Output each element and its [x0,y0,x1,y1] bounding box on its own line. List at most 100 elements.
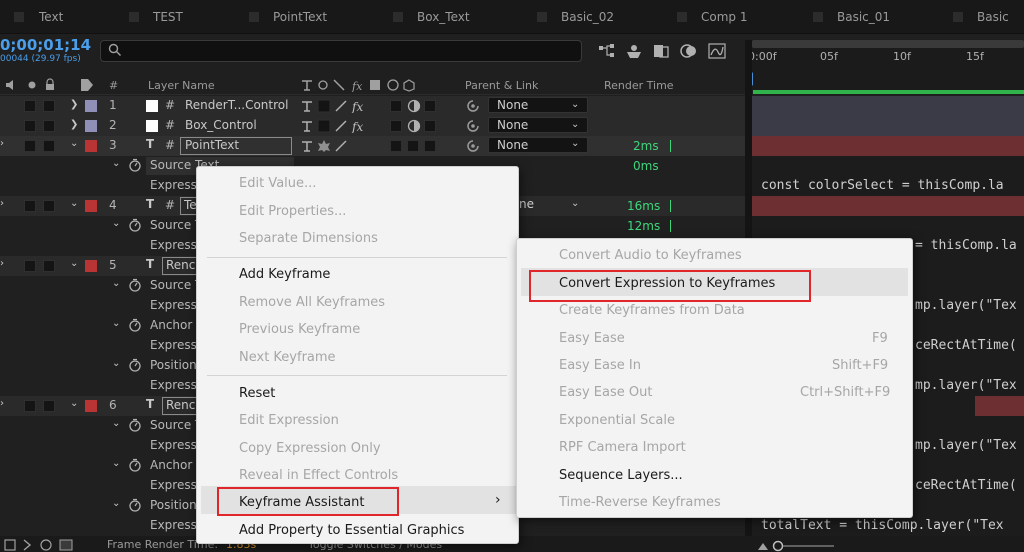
menu-item-rpf-camera-import[interactable]: RPF Camera Import [559,440,686,455]
current-timecode[interactable]: 0;00;01;14 [0,36,91,54]
solo-switch[interactable] [24,140,36,152]
menu-item-time-reverse-keyframes[interactable]: Time-Reverse Keyframes [559,495,721,510]
adjustment-layer-icon[interactable] [407,119,421,133]
expression-code-line[interactable]: ceRectAtTime( [915,478,1017,493]
layer-bar-4[interactable] [752,196,1024,216]
layer-label-color[interactable] [85,140,97,152]
menu-item-remove-all-keyframes[interactable]: Remove All Keyframes [239,295,385,310]
expression-code-line[interactable]: mp.layer("Tex [915,298,1017,313]
zoom-slider[interactable] [756,540,836,552]
tab-basic-02[interactable]: Basic_02 [561,0,614,34]
tab-basic-01[interactable]: Basic_01 [837,0,890,34]
collapse-arrow-icon[interactable]: ⌄ [112,498,120,509]
stopwatch-icon[interactable] [128,278,142,292]
footer-toggle-icons[interactable] [4,538,76,552]
layer-switches[interactable]: fx [300,119,370,133]
property-name[interactable]: Position [150,498,197,512]
collapse-arrow-icon[interactable]: ⌄ [112,358,120,369]
menu-item-copy-expression-only[interactable]: Copy Expression Only [239,441,381,456]
layer-bar-segment[interactable] [975,396,1024,416]
layer-label-color[interactable] [85,100,97,112]
stopwatch-icon[interactable] [128,498,142,512]
motion-blur-icon[interactable] [680,43,698,59]
pick-whip-icon[interactable] [466,119,480,133]
layer-name[interactable]: PointText [185,138,285,152]
layer-search-input[interactable] [100,40,582,62]
menu-item-convert-audio-to-keyframes[interactable]: Convert Audio to Keyframes [559,248,742,263]
property-name[interactable]: Position [150,358,197,372]
time-navigator-bar[interactable] [752,40,1024,48]
layer-bar-2[interactable] [752,116,1024,136]
menu-item-next-keyframe[interactable]: Next Keyframe [239,350,336,365]
solo-switch[interactable] [24,120,36,132]
comp-flowchart-icon[interactable] [598,43,616,59]
shy-layers-icon[interactable] [625,43,643,59]
menu-item-edit-properties[interactable]: Edit Properties... [239,204,346,219]
stopwatch-icon[interactable] [128,218,142,232]
solo-switch[interactable] [24,260,36,272]
tab-comp-1[interactable]: Comp 1 [701,0,747,34]
expression-code-line[interactable]: ceRectAtTime( [915,338,1017,353]
lock-switch[interactable] [43,200,55,212]
menu-item-add-property-essential-graphics[interactable]: Add Property to Essential Graphics [239,523,464,538]
menu-item-add-keyframe[interactable]: Add Keyframe [239,267,330,282]
frame-blending-icon[interactable] [652,43,670,59]
adjustment-layer-icon[interactable] [407,99,421,113]
parent-value[interactable]: ne [519,197,534,211]
3d-layer-switch[interactable] [424,140,436,152]
property-name[interactable]: Source T [150,218,202,232]
expression-code-line[interactable]: mp.layer("Tex [915,438,1017,453]
menu-item-easy-ease[interactable]: Easy Ease [559,331,625,346]
stopwatch-icon[interactable] [128,418,142,432]
expand-arrow-icon[interactable]: ❯ [70,99,78,110]
collapse-arrow-icon[interactable]: ⌄ [112,318,120,329]
video-switch-icon[interactable]: › [0,398,4,409]
video-switch-icon[interactable]: › [0,198,4,209]
motion-blur-switch[interactable] [390,100,402,112]
collapse-arrow-icon[interactable]: ⌄ [112,218,120,229]
solo-switch[interactable] [24,400,36,412]
menu-item-previous-keyframe[interactable]: Previous Keyframe [239,322,360,337]
adjustment-layer-switch[interactable] [407,140,419,152]
menu-item-edit-value[interactable]: Edit Value... [239,176,316,191]
tab-test[interactable]: TEST [153,0,183,34]
lock-switch[interactable] [43,260,55,272]
solo-switch[interactable] [24,100,36,112]
layer-name[interactable]: Box_Control [185,118,290,132]
menu-item-exponential-scale[interactable]: Exponential Scale [559,413,675,428]
lock-switch[interactable] [43,120,55,132]
collapse-arrow-icon[interactable]: ⌄ [70,398,78,409]
stopwatch-icon[interactable] [128,358,142,372]
collapse-arrow-icon[interactable]: ⌄ [112,418,120,429]
expression-code-line[interactable]: mp.layer("Tex [915,378,1017,393]
pick-whip-icon[interactable] [466,99,480,113]
expression-code-line[interactable]: const colorSelect = thisComp.la [761,178,1004,193]
stopwatch-icon[interactable] [128,458,142,472]
layer-name-column-header[interactable]: Layer Name [148,79,215,92]
stopwatch-icon[interactable] [128,318,142,332]
graph-editor-icon[interactable] [708,43,726,59]
expand-arrow-icon[interactable]: ❯ [70,119,78,130]
tab-pointtext[interactable]: PointText [273,0,327,34]
pick-whip-icon[interactable] [466,139,480,153]
video-switch-icon[interactable]: › [0,138,4,149]
menu-item-sequence-layers[interactable]: Sequence Layers... [559,468,683,483]
expression-code-line[interactable]: totalText = thisComp.layer("Tex [761,518,1004,533]
menu-item-easy-ease-in[interactable]: Easy Ease In [559,358,641,373]
collapse-arrow-icon[interactable]: ⌄ [112,158,120,169]
lock-switch[interactable] [43,140,55,152]
menu-item-reset[interactable]: Reset [239,386,275,401]
menu-item-edit-expression[interactable]: Edit Expression [239,413,339,428]
tab-text[interactable]: Text [39,0,63,34]
menu-item-separate-dimensions[interactable]: Separate Dimensions [239,231,378,246]
collapse-arrow-icon[interactable]: ⌄ [112,278,120,289]
tab-basic[interactable]: Basic [977,0,1009,34]
property-name[interactable]: Anchor [150,458,192,472]
property-name[interactable]: Source T [150,278,202,292]
property-name[interactable]: Anchor [150,318,192,332]
stopwatch-icon[interactable] [128,158,142,172]
expression-code-line[interactable]: = thisComp.la [915,238,1017,253]
layer-name[interactable]: Renc [166,258,196,272]
lock-switch[interactable] [43,100,55,112]
3d-layer-switch[interactable] [424,100,436,112]
